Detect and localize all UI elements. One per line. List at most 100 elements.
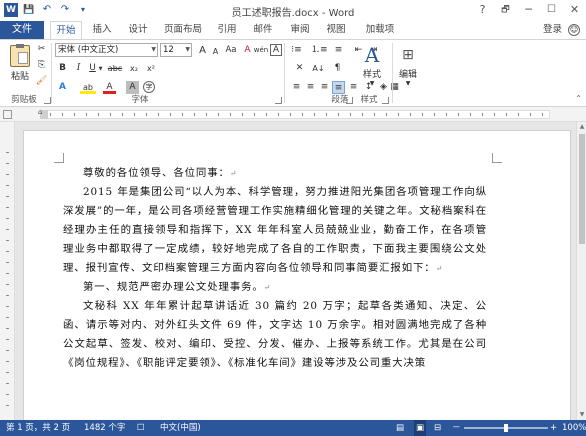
sign-in-link[interactable]: 登录 xyxy=(543,21,562,39)
paste-button[interactable]: 粘贴 xyxy=(6,43,34,85)
close-button[interactable]: ✕ xyxy=(563,0,586,20)
styles-label: 样式 xyxy=(362,70,381,80)
editing-button[interactable]: ⊞ 编辑 ▼ xyxy=(396,43,420,87)
ruler-tick xyxy=(74,113,75,116)
show-marks-icon[interactable]: ¶ xyxy=(331,62,344,75)
ruler-tick xyxy=(350,113,351,116)
ruler-tick xyxy=(86,113,87,116)
ruler-tick xyxy=(146,113,147,116)
styles-button[interactable]: A 样式 ▼ xyxy=(358,43,386,87)
ribbon-display-button[interactable]: 🗗 xyxy=(494,0,517,20)
language-indicator[interactable]: 中文(中国) xyxy=(160,420,201,436)
ruler-tick xyxy=(518,113,519,116)
paragraph-dialog-launcher[interactable] xyxy=(346,97,353,104)
window-controls: ? 🗗 ─ ☐ ✕ xyxy=(471,0,586,20)
tab-selector[interactable] xyxy=(3,110,12,119)
copy-icon[interactable]: ⎘ xyxy=(35,59,48,72)
web-layout-icon[interactable]: ⊟ xyxy=(434,420,441,436)
ruler-tick xyxy=(6,350,9,351)
font-dialog-launcher[interactable] xyxy=(275,97,282,104)
margin-corner-mark xyxy=(54,153,64,163)
tab-file[interactable]: 文件 xyxy=(0,21,44,39)
ruler-tick xyxy=(482,113,483,116)
ruler-tick xyxy=(6,394,9,395)
tab-layout[interactable]: 页面布局 xyxy=(160,21,206,39)
bold-button[interactable]: B xyxy=(56,62,69,75)
tab-insert[interactable]: 插入 xyxy=(88,21,116,39)
document-body[interactable]: 尊敬的各位领导、各位同事：↵ 2015 年是集团公司“以人为本、科学管理，努力推… xyxy=(63,164,487,373)
char-border-button[interactable]: A xyxy=(270,44,282,56)
font-name-combo[interactable]: 宋体 (中文正文) ▼ xyxy=(55,43,158,57)
underline-dropdown[interactable]: ▼ xyxy=(97,63,104,76)
tab-review[interactable]: 审阅 xyxy=(286,21,314,39)
tab-home[interactable]: 开始 xyxy=(50,21,82,39)
scroll-thumb[interactable] xyxy=(579,134,585,244)
multilevel-list-icon[interactable]: ≡ xyxy=(332,44,345,57)
ruler-tick xyxy=(6,174,9,175)
document-area: 尊敬的各位领导、各位同事：↵ 2015 年是集团公司“以人为本、科学管理，努力推… xyxy=(15,122,576,420)
styles-dialog-launcher[interactable] xyxy=(382,97,389,104)
collapse-ribbon-icon[interactable]: ⌃ xyxy=(575,94,582,103)
paragraph: 第一、规范严密办理公文处理事务。↵ xyxy=(63,278,487,297)
sort-icon[interactable]: A↓ xyxy=(312,62,325,75)
ruler-tick xyxy=(422,113,423,116)
vertical-scrollbar[interactable]: ▲ ▼ xyxy=(576,122,586,420)
zoom-slider-thumb[interactable] xyxy=(504,424,508,432)
ruler-tick xyxy=(6,251,9,252)
indent-marker-icon[interactable]: ⌂ xyxy=(38,108,42,116)
horizontal-ruler[interactable]: ⌂ xyxy=(0,107,586,122)
numbering-icon[interactable]: ⒈≡ xyxy=(311,44,328,57)
ruler-tick xyxy=(134,113,135,116)
tab-addins[interactable]: 加载项 xyxy=(360,21,400,39)
subscript-button[interactable]: x₂ xyxy=(126,62,142,75)
text-effects-button[interactable]: A xyxy=(56,81,69,94)
tab-design[interactable]: 设计 xyxy=(124,21,152,39)
ruler-tick xyxy=(6,317,9,318)
ruler-tick xyxy=(530,113,531,116)
enclose-char-button[interactable]: 字 xyxy=(143,81,155,93)
grow-font-button[interactable]: A xyxy=(196,44,209,57)
tab-references[interactable]: 引用 xyxy=(213,21,241,39)
zoom-in-button[interactable]: + xyxy=(550,420,557,436)
bullets-icon[interactable]: ⁝≡ xyxy=(290,44,303,57)
binoculars-icon: ⊞ xyxy=(402,47,414,63)
word-count[interactable]: 1482 个字 xyxy=(84,420,125,436)
ruler-tick xyxy=(6,339,9,340)
cut-icon[interactable]: ✂ xyxy=(35,43,48,56)
zoom-out-button[interactable]: － xyxy=(452,420,461,436)
help-button[interactable]: ? xyxy=(471,0,494,20)
chinese-layout-icon[interactable]: ✕ xyxy=(293,62,306,75)
ruler-tick xyxy=(506,113,507,116)
maximize-button[interactable]: ☐ xyxy=(540,0,563,20)
ruler-tick xyxy=(410,113,411,116)
proofing-icon[interactable]: ☐ xyxy=(137,420,145,436)
read-mode-icon[interactable]: ▤ xyxy=(396,420,404,436)
page-count[interactable]: 第 1 页，共 2 页 xyxy=(6,420,70,436)
paragraph-text: 尊敬的各位领导、各位同事： xyxy=(83,167,230,179)
superscript-button[interactable]: x² xyxy=(143,62,159,75)
format-painter-icon[interactable]: 🖌 xyxy=(35,75,48,88)
ruler-tick xyxy=(6,262,9,263)
ribbon-tabs: 文件 开始 插入 设计 页面布局 引用 邮件 审阅 视图 加载项 登录 ☺ xyxy=(0,21,586,39)
scroll-up-icon[interactable]: ▲ xyxy=(577,122,586,132)
minimize-button[interactable]: ─ xyxy=(517,0,540,20)
ruler-tick xyxy=(542,113,543,116)
ruler-tick xyxy=(6,328,9,329)
change-case-button[interactable]: Aa xyxy=(223,44,239,57)
status-bar: 第 1 页，共 2 页 1482 个字 ☐ 中文(中国) ▤ ▣ ⊟ － + 1… xyxy=(0,420,586,436)
vertical-ruler[interactable] xyxy=(0,122,15,420)
italic-button[interactable]: I xyxy=(72,62,85,75)
font-size-value: 12 xyxy=(163,45,174,55)
clipboard-dialog-launcher[interactable] xyxy=(44,97,51,104)
zoom-level[interactable]: 100% xyxy=(562,420,586,436)
tab-mailings[interactable]: 邮件 xyxy=(249,21,277,39)
scroll-down-icon[interactable]: ▼ xyxy=(577,410,586,420)
print-layout-icon[interactable]: ▣ xyxy=(414,420,427,436)
ruler-tick xyxy=(50,113,51,116)
strikethrough-button[interactable]: abc xyxy=(106,62,124,75)
phonetic-guide-button[interactable]: wén xyxy=(253,44,269,57)
shrink-font-button[interactable]: A xyxy=(209,45,222,58)
font-size-combo[interactable]: 12 ▼ xyxy=(160,43,192,57)
tab-view[interactable]: 视图 xyxy=(322,21,350,39)
feedback-smiley-icon[interactable]: ☺ xyxy=(568,24,580,36)
